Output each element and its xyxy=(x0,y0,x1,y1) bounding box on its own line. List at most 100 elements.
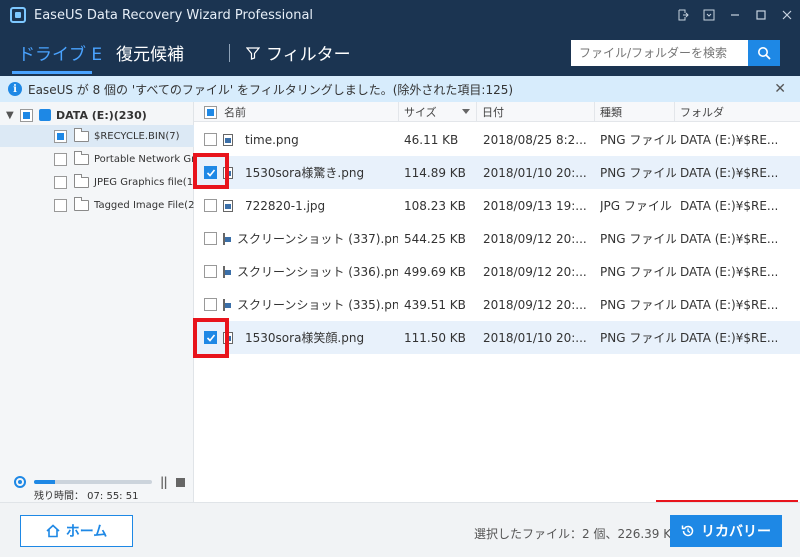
filter-info-message: EaseUS が 8 個の 'すべてのファイル' をフィルタリングしました。(除… xyxy=(28,82,514,97)
exit-icon[interactable] xyxy=(670,0,696,30)
stop-icon[interactable] xyxy=(176,478,185,487)
column-type[interactable]: 種類 xyxy=(594,102,674,122)
file-checkbox[interactable] xyxy=(204,265,217,278)
tree-root-checkbox[interactable] xyxy=(20,108,33,122)
select-all-checkbox[interactable] xyxy=(204,105,217,119)
column-date-label: 日付 xyxy=(482,106,504,119)
file-type: PNG ファイル xyxy=(600,133,676,147)
tree-item[interactable]: Tagged Image File(2) xyxy=(0,194,194,216)
tree-item[interactable]: JPEG Graphics file(176) xyxy=(0,171,194,193)
chevron-down-icon[interactable]: ▼ xyxy=(6,110,16,121)
column-size-label: サイズ xyxy=(404,106,437,119)
tree-item-label: Portable Network Graphic xyxy=(94,153,194,165)
info-close-icon[interactable]: ✕ xyxy=(774,81,786,97)
menu-icon[interactable] xyxy=(696,0,722,30)
tree-item[interactable]: Portable Network Graphic xyxy=(0,148,194,170)
close-icon[interactable] xyxy=(774,0,800,30)
file-type: PNG ファイル xyxy=(600,232,676,246)
file-date: 2018/08/25 8:2... xyxy=(483,132,587,147)
file-list: 名前 サイズ 日付 種類 フォルダ time.png 46.11 KB 2018/0… xyxy=(194,102,800,502)
file-folder: DATA (E:)¥$RE... xyxy=(680,132,779,147)
file-size: 111.50 KB xyxy=(404,330,466,345)
tree-item-checkbox[interactable] xyxy=(54,175,67,189)
filter-info-bar: i EaseUS が 8 個の 'すべてのファイル' をフィルタリングしました。… xyxy=(0,76,800,102)
file-date: 2018/01/10 20:... xyxy=(483,165,587,180)
window-controls xyxy=(670,0,800,30)
file-date: 2018/09/12 20:... xyxy=(483,297,587,312)
tree-root-label: DATA (E:)(230) xyxy=(56,108,147,122)
scan-progress-fill xyxy=(34,480,56,484)
recover-icon xyxy=(681,525,694,537)
recover-button-label: リカバリー xyxy=(701,524,771,540)
tree-item-checkbox[interactable] xyxy=(54,198,67,212)
tab-recovery-candidates[interactable]: 復元候補 xyxy=(116,40,184,65)
folder-tree: ▼ DATA (E:)(230) $RECYCLE.BIN(7) Portabl… xyxy=(0,102,194,502)
column-folder-label: フォルダ xyxy=(680,106,724,119)
file-folder: DATA (E:)¥$RE... xyxy=(680,330,779,345)
bottom-bar: ホーム 選択したファイル：2 個、226.39 KB リカバリー xyxy=(0,502,800,557)
file-list-header: 名前 サイズ 日付 種類 フォルダ xyxy=(194,102,800,122)
filter-button[interactable]: フィルター xyxy=(246,40,351,65)
column-type-label: 種類 xyxy=(600,106,622,119)
folder-icon xyxy=(74,127,89,142)
folder-icon xyxy=(74,196,89,211)
scan-progress-panel: || 残り時間： 07: 55: 51 xyxy=(0,468,194,502)
drive-icon xyxy=(39,109,51,121)
column-size[interactable]: サイズ xyxy=(398,102,476,122)
file-type: PNG ファイル xyxy=(600,298,676,312)
file-name: スクリーンショット (336).png xyxy=(237,265,398,279)
file-size: 46.11 KB xyxy=(404,132,459,147)
pause-icon[interactable]: || xyxy=(160,475,168,489)
image-file-icon xyxy=(223,265,231,278)
folder-icon xyxy=(74,173,89,188)
tree-item-checkbox[interactable] xyxy=(54,152,67,166)
column-date[interactable]: 日付 xyxy=(476,102,594,122)
file-folder: DATA (E:)¥$RE... xyxy=(680,165,779,180)
file-folder: DATA (E:)¥$RE... xyxy=(680,231,779,246)
file-row[interactable]: 1530sora様笑顔.png 111.50 KB 2018/01/10 20:..… xyxy=(194,321,800,354)
tree-item-checkbox[interactable] xyxy=(54,129,67,143)
file-type: JPG ファイル xyxy=(600,199,672,213)
maximize-icon[interactable] xyxy=(748,0,774,30)
tab-drive[interactable]: ドライブ E xyxy=(18,40,102,65)
tree-item[interactable]: $RECYCLE.BIN(7) xyxy=(0,125,194,147)
home-button-label: ホーム xyxy=(65,524,108,540)
image-file-icon xyxy=(223,298,231,311)
search-icon xyxy=(758,47,771,60)
nav-bar: ドライブ E 復元候補 フィルター xyxy=(0,30,800,76)
image-file-icon xyxy=(223,232,231,245)
file-name: スクリーンショット (335).png xyxy=(237,298,398,312)
home-icon xyxy=(46,524,60,538)
file-checkbox[interactable] xyxy=(204,133,217,146)
file-date: 2018/09/12 20:... xyxy=(483,231,587,246)
recover-button[interactable]: リカバリー xyxy=(670,515,782,547)
file-name: time.png xyxy=(245,132,299,147)
scan-progress-bar xyxy=(34,480,152,484)
file-checkbox[interactable] xyxy=(204,298,217,311)
file-row[interactable]: 722820-1.jpg 108.23 KB 2018/09/13 19:... JP… xyxy=(194,189,800,222)
file-row[interactable]: スクリーンショット (336).png 499.69 KB 2018/09/12 2… xyxy=(194,255,800,288)
column-folder[interactable]: フォルダ xyxy=(674,102,800,122)
file-type: PNG ファイル xyxy=(600,331,676,345)
file-size: 114.89 KB xyxy=(404,165,466,180)
selected-files-info: 選択したファイル：2 個、226.39 KB xyxy=(474,527,680,541)
column-name[interactable]: 名前 xyxy=(194,102,398,122)
file-name: スクリーンショット (337).png xyxy=(237,232,398,246)
file-type: PNG ファイル xyxy=(600,265,676,279)
file-checkbox[interactable] xyxy=(204,199,217,212)
file-date: 2018/09/13 19:... xyxy=(483,198,587,213)
file-row[interactable]: スクリーンショット (335).png 439.51 KB 2018/09/12 2… xyxy=(194,288,800,321)
file-checkbox[interactable] xyxy=(204,232,217,245)
nav-divider xyxy=(229,44,230,62)
info-icon: i xyxy=(8,82,22,96)
image-file-icon xyxy=(223,199,233,212)
file-row[interactable]: time.png 46.11 KB 2018/08/25 8:2... PNG ファイ… xyxy=(194,123,800,156)
file-type: PNG ファイル xyxy=(600,166,676,180)
search-button[interactable] xyxy=(748,40,780,66)
file-row[interactable]: スクリーンショット (337).png 544.25 KB 2018/09/12 2… xyxy=(194,222,800,255)
home-button[interactable]: ホーム xyxy=(20,515,133,547)
file-row[interactable]: 1530sora様驚き.png 114.89 KB 2018/01/10 20:..… xyxy=(194,156,800,189)
search-input[interactable] xyxy=(571,40,748,66)
minimize-icon[interactable] xyxy=(722,0,748,30)
tree-root[interactable]: ▼ DATA (E:)(230) xyxy=(0,104,194,126)
